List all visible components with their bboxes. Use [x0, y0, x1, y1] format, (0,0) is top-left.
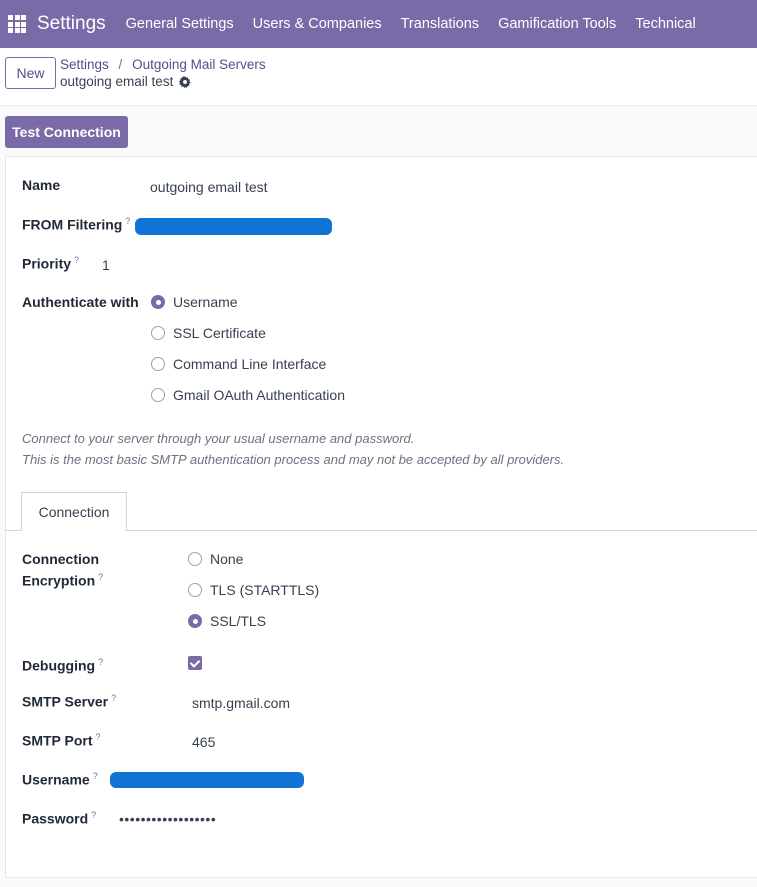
encryption-radio-ssl-tls[interactable]: SSL/TLS	[188, 613, 266, 629]
radio-empty-icon[interactable]	[151, 326, 165, 340]
encryption-radio-none[interactable]: None	[188, 551, 243, 567]
auth-help-text-2: This is the most basic SMTP authenticati…	[22, 452, 565, 467]
radio-selected-icon[interactable]	[151, 295, 165, 309]
connection-encryption-label-line2: Encryption?	[22, 572, 104, 589]
breadcrumb-separator: /	[118, 57, 123, 72]
name-field[interactable]: outgoing email test	[150, 179, 268, 195]
from-filtering-label: FROM Filtering?	[22, 216, 131, 233]
auth-radio-gmail-oauth[interactable]: Gmail OAuth Authentication	[151, 387, 345, 403]
gear-icon[interactable]	[179, 75, 192, 88]
debugging-checkbox[interactable]	[188, 656, 202, 670]
top-navbar: Settings General Settings Users & Compan…	[0, 0, 757, 48]
radio-empty-icon[interactable]	[188, 583, 202, 597]
menu-translations[interactable]: Translations	[401, 16, 479, 32]
username-label: Username?	[22, 771, 98, 788]
control-panel: New Settings / Outgoing Mail Servers out…	[0, 48, 757, 106]
help-icon[interactable]: ?	[98, 657, 103, 667]
breadcrumb-outgoing-mail-servers[interactable]: Outgoing Mail Servers	[132, 57, 266, 72]
redacted-username-value[interactable]	[110, 772, 304, 788]
help-icon[interactable]: ?	[74, 255, 79, 265]
test-connection-button[interactable]: Test Connection	[5, 116, 128, 148]
name-label: Name	[22, 177, 61, 193]
menu-general-settings[interactable]: General Settings	[126, 16, 234, 32]
record-title: outgoing email test	[60, 74, 192, 89]
redacted-from-filter-value[interactable]	[135, 218, 332, 235]
smtp-port-label: SMTP Port?	[22, 732, 101, 749]
help-icon[interactable]: ?	[125, 216, 130, 226]
priority-field[interactable]: 1	[102, 257, 110, 273]
help-icon[interactable]: ?	[91, 810, 96, 820]
menu-technical[interactable]: Technical	[635, 16, 695, 32]
smtp-server-field[interactable]: smtp.gmail.com	[192, 695, 290, 711]
password-field[interactable]: ••••••••••••••••••	[119, 811, 216, 827]
auth-radio-username[interactable]: Username	[151, 294, 238, 310]
priority-label: Priority?	[22, 255, 80, 272]
breadcrumb-settings[interactable]: Settings	[60, 57, 109, 72]
app-brand[interactable]: Settings	[37, 13, 106, 35]
connection-encryption-label-line1: Connection	[22, 551, 99, 567]
apps-menu-icon[interactable]	[8, 15, 26, 33]
tab-connection[interactable]: Connection	[21, 492, 127, 531]
help-icon[interactable]: ?	[96, 732, 101, 742]
encryption-radio-tls[interactable]: TLS (STARTTLS)	[188, 582, 319, 598]
auth-radio-ssl-certificate[interactable]: SSL Certificate	[151, 325, 266, 341]
radio-empty-icon[interactable]	[151, 357, 165, 371]
breadcrumb: Settings / Outgoing Mail Servers	[60, 57, 266, 72]
auth-help-text-1: Connect to your server through your usua…	[22, 431, 415, 446]
smtp-server-label: SMTP Server?	[22, 693, 117, 710]
radio-empty-icon[interactable]	[188, 552, 202, 566]
menu-gamification-tools[interactable]: Gamification Tools	[498, 16, 616, 32]
debugging-label: Debugging?	[22, 657, 104, 674]
new-button[interactable]: New	[5, 57, 56, 89]
radio-empty-icon[interactable]	[151, 388, 165, 402]
smtp-port-field[interactable]: 465	[192, 734, 215, 750]
password-label: Password?	[22, 810, 97, 827]
record-name: outgoing email test	[60, 74, 174, 89]
help-icon[interactable]: ?	[111, 693, 116, 703]
auth-radio-cli[interactable]: Command Line Interface	[151, 356, 326, 372]
radio-selected-icon[interactable]	[188, 614, 202, 628]
authenticate-with-label: Authenticate with	[22, 294, 139, 310]
help-icon[interactable]: ?	[93, 771, 98, 781]
help-icon[interactable]: ?	[98, 572, 103, 582]
menu-users-companies[interactable]: Users & Companies	[253, 16, 382, 32]
